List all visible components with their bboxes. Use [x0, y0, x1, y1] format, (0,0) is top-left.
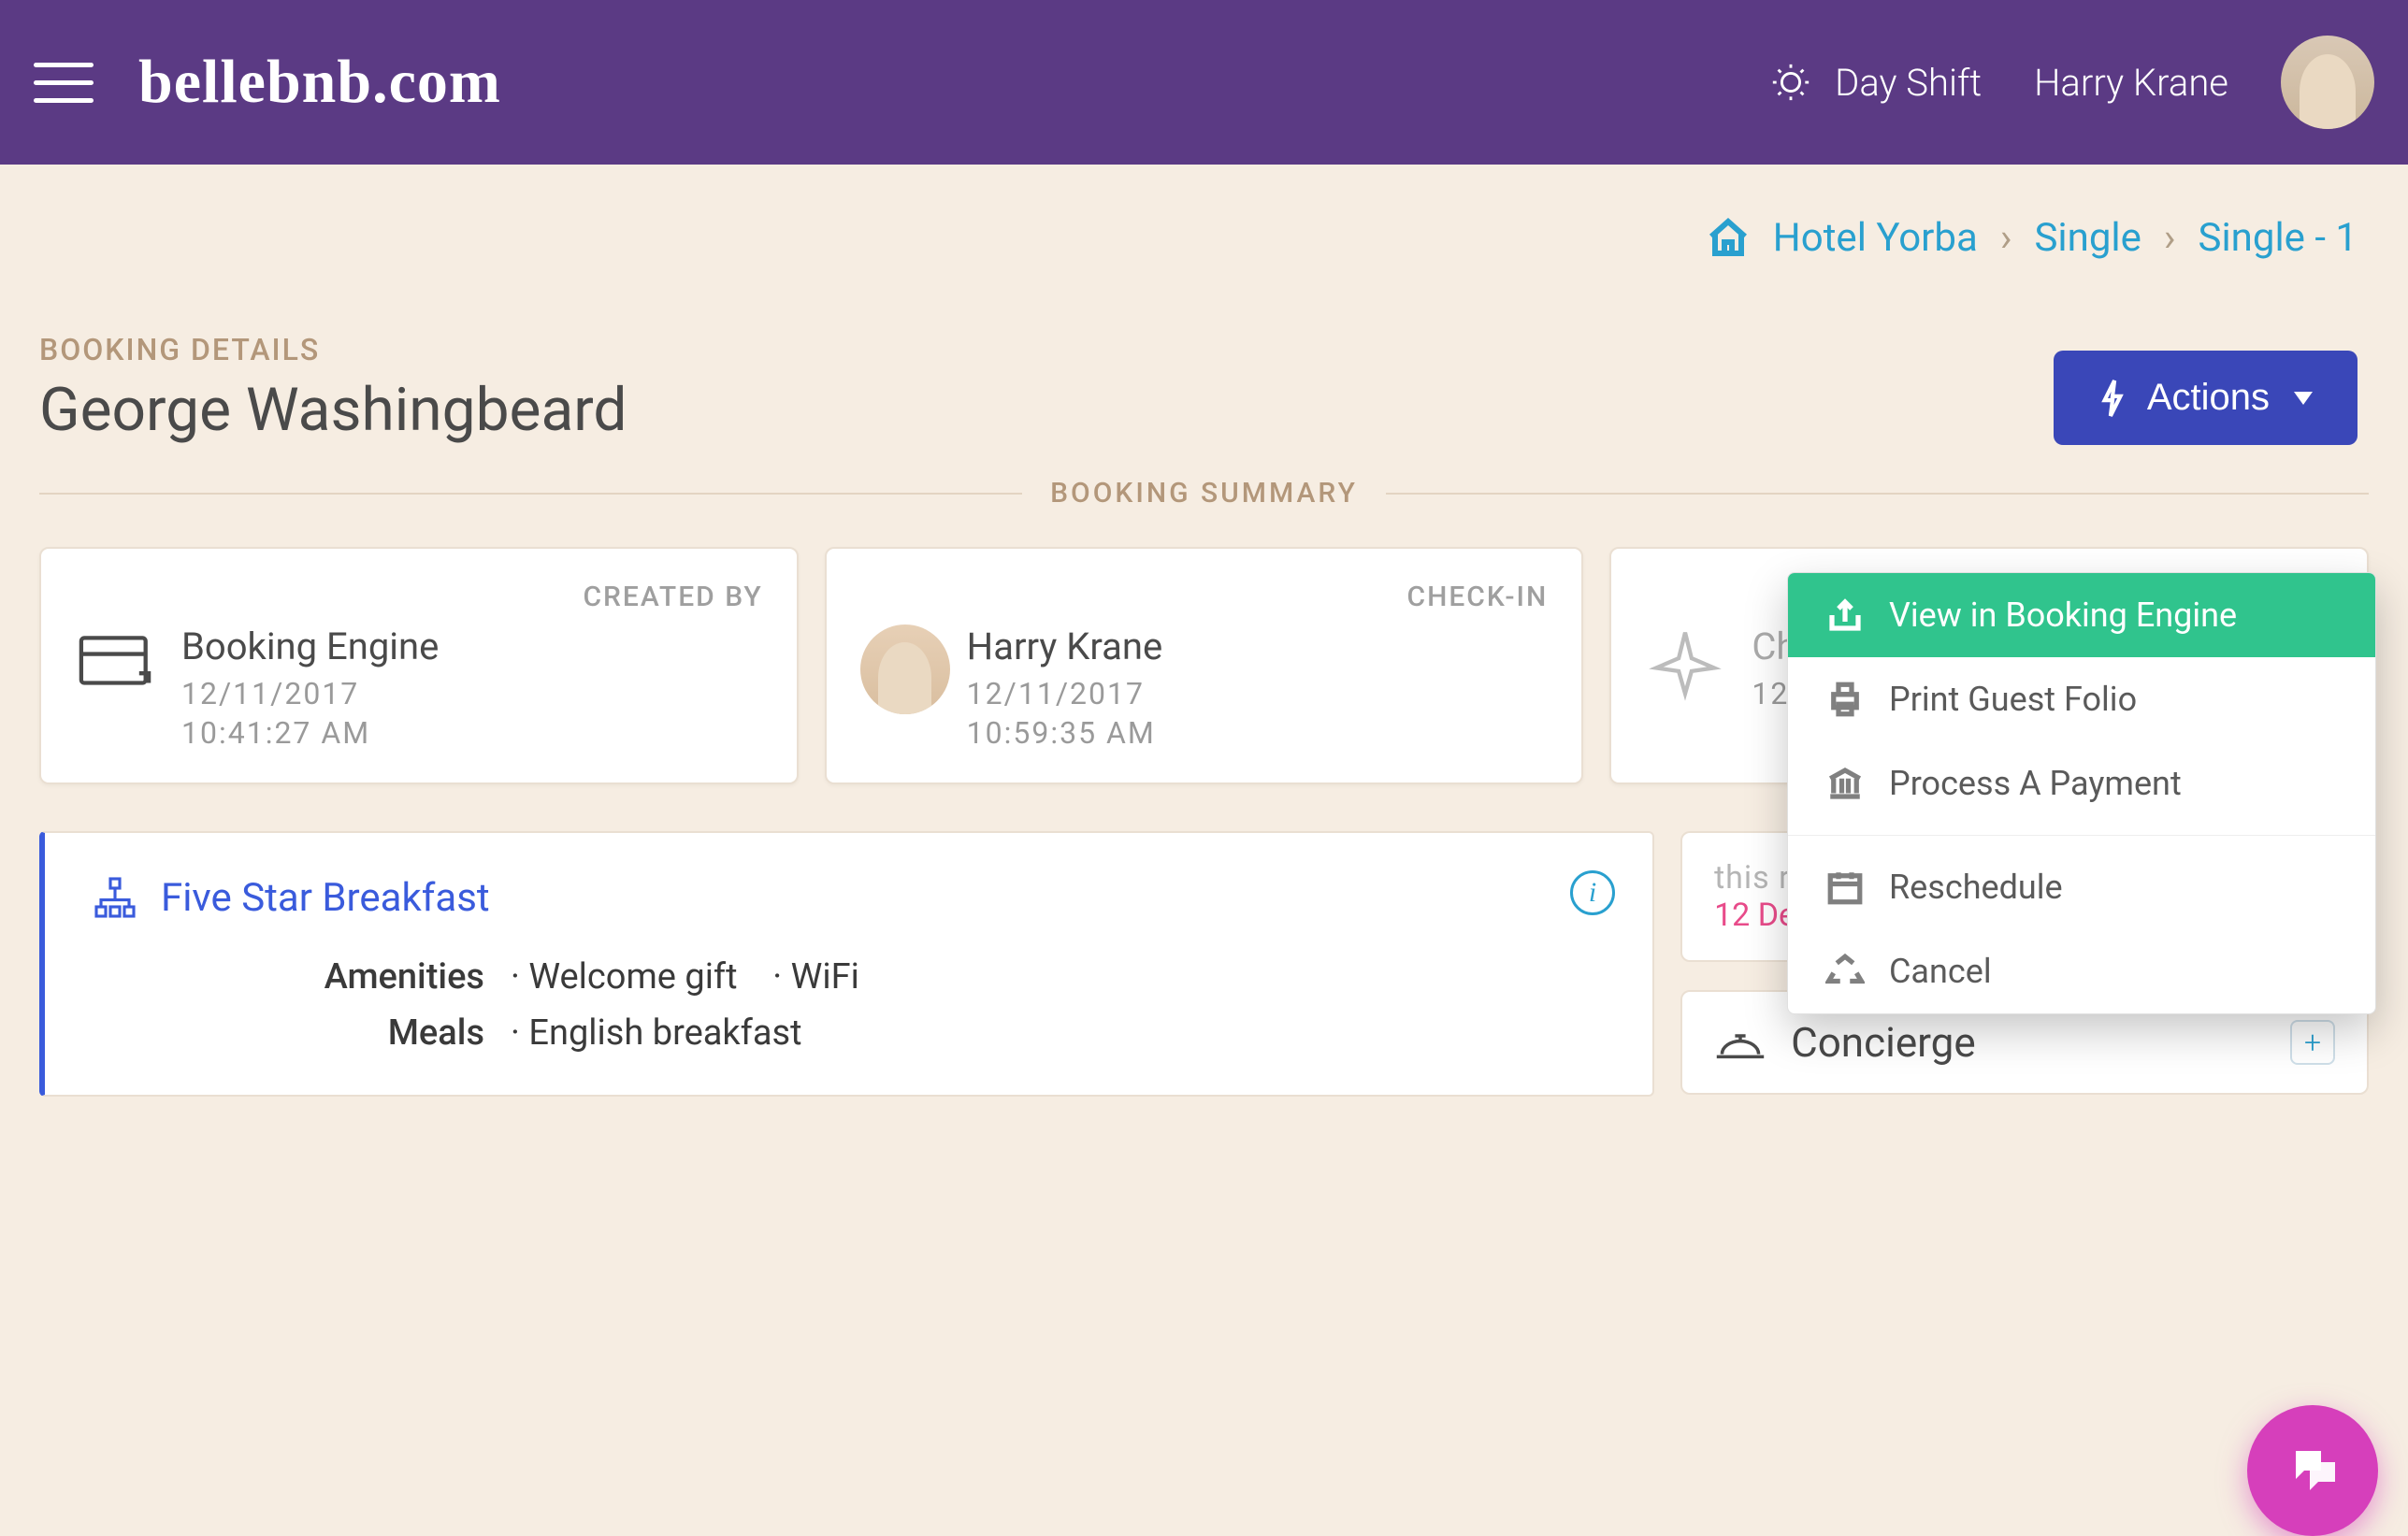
- menu-view-booking-engine[interactable]: View in Booking Engine: [1788, 573, 2375, 657]
- bolt-icon: [2098, 379, 2127, 418]
- menu-icon[interactable]: [34, 63, 94, 103]
- section-label: BOOKING SUMMARY: [1022, 477, 1386, 510]
- brand-logo[interactable]: bellebnb.com: [138, 47, 501, 118]
- sun-icon: [1769, 61, 1812, 104]
- card-time: 10:41:27 AM: [181, 715, 763, 751]
- breadcrumb: Hotel Yorba › Single › Single - 1: [0, 165, 2408, 261]
- menu-separator: [1788, 835, 2375, 836]
- card-date: 12/11/2017: [181, 676, 763, 711]
- card-created-by: CREATED BY Booking Engine 12/11/2017 10:…: [39, 547, 799, 784]
- menu-print-guest-folio[interactable]: Print Guest Folio: [1788, 657, 2375, 741]
- menu-cancel[interactable]: Cancel: [1788, 929, 2375, 1013]
- airplane-icon: [1645, 624, 1727, 705]
- shift-toggle[interactable]: Day Shift: [1769, 61, 1982, 105]
- printer-icon: [1825, 680, 1865, 719]
- amenities-value: Welcome gift WiFi: [511, 956, 1606, 998]
- chat-icon: [2285, 1443, 2341, 1499]
- card-label: CREATED BY: [75, 581, 763, 613]
- card-time: 10:59:35 AM: [967, 715, 1549, 751]
- menu-label: Cancel: [1889, 952, 1992, 991]
- avatar: [860, 624, 950, 714]
- top-bar: bellebnb.com Day Shift Harry Krane: [0, 0, 2408, 165]
- breadcrumb-hotel[interactable]: Hotel Yorba: [1773, 215, 1978, 261]
- home-icon[interactable]: [1706, 216, 1751, 261]
- card-check-in: CHECK-IN Harry Krane 12/11/2017 10:59:35…: [825, 547, 1584, 784]
- hierarchy-icon: [92, 874, 138, 921]
- booking-engine-icon: [75, 624, 157, 690]
- card-value: Booking Engine: [181, 624, 763, 668]
- header-user-name[interactable]: Harry Krane: [2034, 61, 2228, 105]
- card-value: Harry Krane: [967, 624, 1549, 668]
- info-icon[interactable]: i: [1570, 870, 1615, 915]
- share-icon: [1825, 596, 1865, 635]
- package-panel: i Five Star Breakfast Amenities Welcome …: [39, 831, 1654, 1097]
- menu-label: View in Booking Engine: [1889, 596, 2237, 635]
- package-name[interactable]: Five Star Breakfast: [161, 875, 490, 921]
- menu-process-payment[interactable]: Process A Payment: [1788, 741, 2375, 825]
- chevron-down-icon: [2294, 392, 2313, 405]
- meals-label: Meals: [92, 1012, 484, 1054]
- avatar[interactable]: [2281, 36, 2374, 129]
- menu-label: Process A Payment: [1889, 764, 2182, 803]
- recycle-icon: [1825, 952, 1865, 991]
- section-divider: BOOKING SUMMARY: [0, 445, 2408, 510]
- card-date: 12/11/2017: [967, 676, 1549, 711]
- breadcrumb-sep: ›: [2164, 215, 2176, 261]
- calendar-icon: [1825, 868, 1865, 907]
- card-label: CHECK-IN: [860, 581, 1549, 613]
- amenities-label: Amenities: [92, 956, 484, 998]
- actions-label: Actions: [2147, 377, 2270, 419]
- title-overline: BOOKING DETAILS: [39, 332, 627, 367]
- menu-reschedule[interactable]: Reschedule: [1788, 845, 2375, 929]
- menu-label: Reschedule: [1889, 868, 2063, 907]
- breadcrumb-sep: ›: [2000, 215, 2012, 261]
- title-block: BOOKING DETAILS George Washingbeard: [39, 332, 627, 445]
- bell-icon: [1714, 1022, 1766, 1063]
- actions-button[interactable]: Actions: [2054, 351, 2358, 445]
- meals-value: English breakfast: [511, 1012, 1606, 1054]
- add-concierge-button[interactable]: +: [2290, 1020, 2335, 1065]
- menu-label: Print Guest Folio: [1889, 680, 2137, 719]
- breadcrumb-room[interactable]: Single - 1: [2199, 215, 2358, 261]
- page-title: George Washingbeard: [39, 375, 627, 445]
- bank-icon: [1825, 764, 1865, 803]
- shift-label: Day Shift: [1835, 61, 1982, 105]
- actions-dropdown: View in Booking Engine Print Guest Folio…: [1787, 572, 2376, 1014]
- chat-fab[interactable]: [2247, 1405, 2378, 1536]
- concierge-label: Concierge: [1791, 1018, 1976, 1067]
- breadcrumb-roomtype[interactable]: Single: [2034, 215, 2141, 261]
